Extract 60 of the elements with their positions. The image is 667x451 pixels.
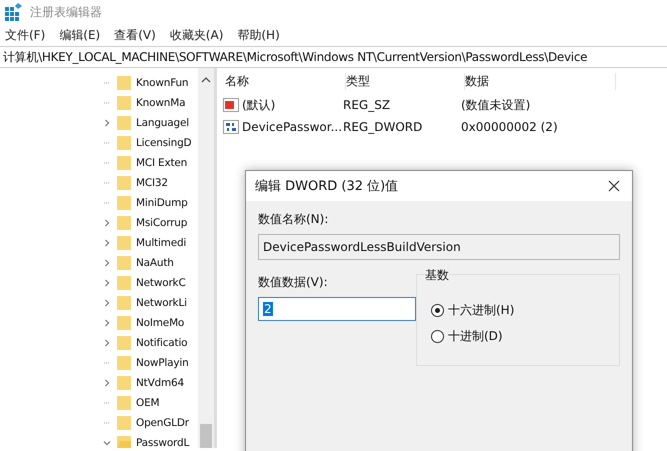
address-bar[interactable]: 计算机\HKEY_LOCAL_MACHINE\SOFTWARE\Microsoft\Windows NT\CurrentVersion\PasswordLess\Device	[0, 46, 667, 68]
chevron-right-icon[interactable]	[103, 259, 111, 267]
radio-button[interactable]	[431, 304, 444, 316]
table-cell-text: (数值未设置)	[461, 96, 532, 114]
menu-item[interactable]: 帮助(H)	[237, 26, 280, 44]
value-name[interactable]: DevicePasswor...	[242, 120, 342, 134]
scrollbar[interactable]	[198, 68, 214, 448]
menu-item[interactable]: 查看(V)	[114, 26, 156, 44]
radio-button[interactable]	[431, 330, 444, 342]
tree-item[interactable]: MCI32	[136, 177, 168, 189]
tree-item[interactable]: OpenGLDr	[136, 417, 189, 429]
chevron-right-icon[interactable]	[103, 379, 111, 387]
chevron-right-icon[interactable]	[103, 119, 111, 127]
column-header[interactable]: 数据	[465, 72, 616, 90]
field-label: 数值名称(N):	[258, 211, 330, 228]
group-label: 基数	[425, 267, 449, 284]
menu-item[interactable]: 收藏夹(A)	[170, 26, 224, 44]
tree-item[interactable]: MCI Exten	[136, 157, 188, 169]
field-label: 数值数据(V):	[258, 274, 329, 291]
chevron-right-icon[interactable]	[103, 279, 111, 287]
tree-item[interactable]: NetworkLi	[136, 297, 187, 309]
chevron-down-icon[interactable]	[103, 439, 111, 447]
dialog-title: 编辑 DWORD (32 位)值	[255, 178, 398, 195]
scrollbar-thumb[interactable]	[200, 424, 212, 448]
radio-label[interactable]: 十进制(D)	[448, 328, 503, 344]
tree-item[interactable]: KnownFun	[136, 77, 188, 89]
value-name-field[interactable]: DevicePasswordLessBuildVersion	[258, 234, 620, 260]
tree-item[interactable]: NetworkC	[136, 277, 186, 289]
tree-item[interactable]: PasswordL	[136, 437, 190, 448]
tree-item[interactable]: NaAuth	[136, 257, 174, 269]
tree-item[interactable]: LicensingD	[136, 137, 192, 149]
chevron-right-icon[interactable]	[103, 299, 111, 307]
chevron-right-icon[interactable]	[103, 339, 111, 347]
tree-item[interactable]: NtVdm64	[136, 377, 184, 389]
chevron-right-icon[interactable]	[103, 219, 111, 227]
tree-item[interactable]: Multimedi	[136, 237, 186, 249]
tree-item[interactable]: Notificatio	[136, 337, 188, 349]
menu-item[interactable]: 编辑(E)	[59, 26, 100, 44]
tree-item[interactable]: OEM	[136, 397, 160, 409]
radio-label[interactable]: 十六进制(H)	[448, 302, 514, 318]
column-header[interactable]: 名称	[217, 72, 346, 90]
scroll-up-icon[interactable]	[201, 76, 211, 84]
value-name[interactable]: (默认)	[242, 96, 276, 114]
table-cell-text: REG_DWORD	[343, 120, 424, 134]
close-icon[interactable]	[608, 180, 620, 192]
tree-item[interactable]: NoImeMo	[136, 317, 184, 329]
chevron-right-icon[interactable]	[103, 239, 111, 247]
value-data-field[interactable]: 2	[258, 297, 416, 321]
table-cell-text: 0x00000002 (2)	[461, 120, 559, 134]
chevron-right-icon[interactable]	[103, 319, 111, 327]
table-cell-text: REG_SZ	[343, 98, 392, 112]
tree-item[interactable]: MiniDump	[136, 197, 188, 209]
tree-item[interactable]: MsiCorrup	[136, 217, 188, 229]
tree-item[interactable]: Languagel	[136, 117, 189, 129]
menu-item[interactable]: 文件(F)	[5, 26, 46, 44]
window-title: 注册表编辑器	[30, 4, 102, 20]
tree-item[interactable]: KnownMa	[136, 97, 186, 109]
registry-icon	[4, 2, 24, 22]
column-header[interactable]: 类型	[346, 72, 465, 90]
tree-item[interactable]: NowPlayin	[136, 357, 189, 369]
